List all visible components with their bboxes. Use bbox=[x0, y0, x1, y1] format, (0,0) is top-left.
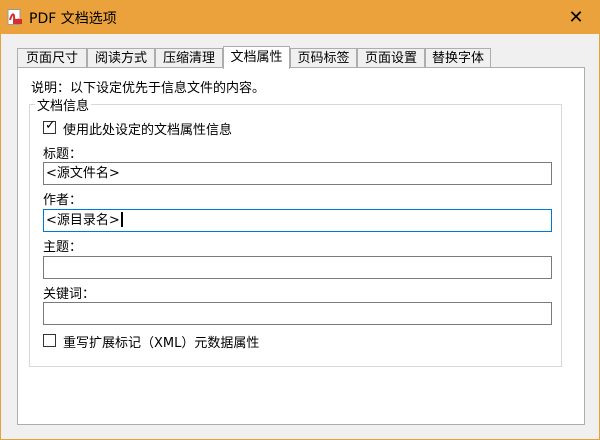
text-caret bbox=[120, 212, 123, 227]
tab-document-properties[interactable]: 文档属性 bbox=[223, 46, 290, 69]
close-button[interactable]: ✕ bbox=[553, 1, 599, 34]
subject-label: 主题： bbox=[43, 240, 83, 255]
tab-compression[interactable]: 压缩清理 bbox=[155, 48, 223, 68]
tab-reading-mode[interactable]: 阅读方式 bbox=[87, 48, 155, 68]
group-title: 文档信息 bbox=[35, 95, 92, 114]
window-title: PDF 文档选项 bbox=[29, 11, 117, 27]
document-info-group bbox=[29, 104, 562, 367]
title-value: <源文件名> bbox=[46, 166, 120, 181]
pdf-icon bbox=[7, 9, 22, 25]
use-properties-checkbox[interactable]: ✓ bbox=[43, 118, 56, 134]
overwrite-xmp-label: 重写扩展标记（XML）元数据属性 bbox=[63, 336, 260, 351]
keywords-label: 关键词： bbox=[43, 287, 96, 302]
tab-replace-fonts[interactable]: 替换字体 bbox=[425, 48, 491, 68]
keywords-field[interactable] bbox=[43, 302, 552, 325]
tab-page-labels[interactable]: 页码标签 bbox=[290, 48, 357, 68]
note-text: 说明：以下设定优先于信息文件的内容。 bbox=[31, 81, 266, 96]
author-value: <源目录名> bbox=[46, 213, 120, 228]
author-label: 作者： bbox=[43, 193, 83, 208]
check-icon: ✓ bbox=[45, 118, 56, 133]
title-label: 标题： bbox=[43, 147, 83, 162]
pdf-options-dialog: PDF 文档选项 ✕ 页面尺寸 阅读方式 压缩清理 文档属性 页码标签 页面设置… bbox=[0, 0, 600, 440]
use-properties-label: 使用此处设定的文档属性信息 bbox=[63, 123, 233, 138]
close-icon: ✕ bbox=[568, 7, 584, 28]
title-bar: PDF 文档选项 ✕ bbox=[1, 1, 599, 34]
author-field[interactable]: <源目录名> bbox=[43, 209, 552, 232]
title-field[interactable]: <源文件名> bbox=[43, 162, 552, 185]
subject-field[interactable] bbox=[43, 256, 552, 279]
overwrite-xmp-checkbox[interactable] bbox=[43, 334, 56, 347]
tab-page-setup[interactable]: 页面设置 bbox=[357, 48, 425, 68]
tab-page-size[interactable]: 页面尺寸 bbox=[17, 48, 87, 68]
